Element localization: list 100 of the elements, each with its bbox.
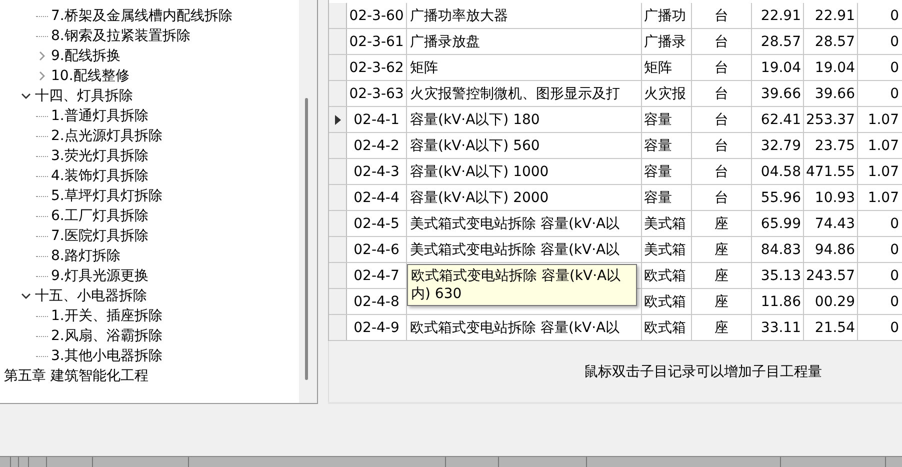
table-cell: 74.43 bbox=[804, 211, 858, 236]
table-cell: 39.66 bbox=[804, 81, 858, 106]
table-cell: 02-3-63 bbox=[347, 81, 407, 106]
table-cell-text: 1.07 bbox=[866, 136, 900, 156]
table-cell: 欧式箱 bbox=[642, 315, 692, 340]
table-cell: 台 bbox=[692, 81, 752, 106]
table-cell-text: 0 bbox=[889, 32, 900, 52]
tree-item[interactable]: 10.配线整修 bbox=[51, 67, 130, 85]
table-cell: 02-4-4 bbox=[347, 185, 407, 210]
table-cell: 39.66 bbox=[752, 81, 804, 106]
tree-item[interactable]: 2.风扇、浴霸拆除 bbox=[51, 327, 162, 345]
table-cell: 美式箱式变电站拆除 容量(kV·A以 bbox=[410, 240, 620, 258]
table-cell: 32.79 bbox=[752, 133, 804, 158]
table-cell: 19.04 bbox=[804, 55, 858, 80]
table-cell: 02-4-1 bbox=[347, 107, 407, 132]
table-cell: 02-4-6 bbox=[347, 237, 407, 262]
table-cell: 台 bbox=[692, 133, 752, 158]
tree-item[interactable]: 8.钢索及拉紧装置拆除 bbox=[51, 27, 190, 45]
tree-item[interactable]: 第五章 建筑智能化工程 bbox=[4, 367, 148, 385]
scrollbar[interactable] bbox=[299, 0, 317, 403]
tree-item[interactable]: 5.草坪灯具灯拆除 bbox=[51, 187, 162, 205]
table-cell: 471.55 bbox=[804, 159, 858, 184]
table-cell: 火灾报 bbox=[642, 81, 692, 106]
table-cell: 座 bbox=[692, 263, 752, 288]
current-row-icon bbox=[334, 114, 340, 124]
table-cell: 矩阵 bbox=[410, 58, 438, 76]
tree-item[interactable]: 7.桥架及金属线槽内配线拆除 bbox=[51, 7, 232, 25]
table-cell: 座 bbox=[692, 315, 752, 340]
table-cell: 容量(kV·A以下) 180 bbox=[410, 110, 540, 128]
table-cell-text: 0 bbox=[889, 240, 900, 260]
table-cell: 广播功率放大器 bbox=[410, 6, 508, 24]
tree-item[interactable]: 1.开关、插座拆除 bbox=[51, 307, 162, 325]
table-cell: 19.04 bbox=[752, 55, 804, 80]
table-cell: 欧式箱 bbox=[642, 289, 692, 314]
table-cell: 243.57 bbox=[804, 263, 858, 288]
table-cell: 台 bbox=[692, 29, 752, 54]
table-cell: 台 bbox=[692, 107, 752, 132]
tree-item[interactable]: 十五、小电器拆除 bbox=[35, 287, 147, 305]
table-cell: 矩阵 bbox=[642, 55, 692, 80]
table-cell: 02-3-62 bbox=[347, 55, 407, 80]
table-cell: 容量 bbox=[642, 185, 692, 210]
table-cell: 02-4-3 bbox=[347, 159, 407, 184]
table-cell: 84.83 bbox=[752, 237, 804, 262]
table-cell: 28.57 bbox=[752, 29, 804, 54]
table-cell: 65.99 bbox=[752, 211, 804, 236]
table-cell: 容量 bbox=[642, 159, 692, 184]
table-cell: 02-3-60 bbox=[347, 3, 407, 28]
table-cell: 美式箱 bbox=[642, 211, 692, 236]
table-cell-text: 1.07 bbox=[866, 110, 900, 130]
table-cell: 33.11 bbox=[752, 315, 804, 340]
table-cell: 台 bbox=[692, 185, 752, 210]
table-cell: 容量(kV·A以下) 1000 bbox=[410, 162, 549, 180]
tree-item[interactable]: 1.普通灯具拆除 bbox=[51, 107, 148, 125]
tree-item[interactable]: 3.其他小电器拆除 bbox=[51, 347, 162, 365]
table-cell: 台 bbox=[692, 3, 752, 28]
table-cell: 容量 bbox=[642, 133, 692, 158]
table-cell-text: 0 bbox=[889, 266, 900, 286]
table-cell: 座 bbox=[692, 211, 752, 236]
table-cell: 02-4-9 bbox=[347, 315, 407, 340]
table-cell-text: 1.07 bbox=[866, 162, 900, 182]
table-cell: 02-4-5 bbox=[347, 211, 407, 236]
table-cell: 22.91 bbox=[804, 3, 858, 28]
tree-item[interactable]: 2.点光源灯具拆除 bbox=[51, 127, 162, 145]
tree-item[interactable]: 6.工厂灯具拆除 bbox=[51, 207, 148, 225]
table-cell: 10.93 bbox=[804, 185, 858, 210]
table-cell-text: 0 bbox=[889, 58, 900, 78]
tree-item[interactable]: 7.医院灯具拆除 bbox=[51, 227, 148, 245]
table-cell: 55.96 bbox=[752, 185, 804, 210]
tree-item[interactable]: 3.荧光灯具拆除 bbox=[51, 147, 148, 165]
table-cell: 台 bbox=[692, 159, 752, 184]
table-cell: 02-3-61 bbox=[347, 29, 407, 54]
row-indicator[interactable] bbox=[329, 107, 347, 132]
table-cell: 容量(kV·A以下) 2000 bbox=[410, 188, 549, 206]
table-cell: 广播录 bbox=[642, 29, 692, 54]
tree-item[interactable]: 4.装饰灯具拆除 bbox=[51, 167, 148, 185]
tree-item[interactable]: 9.配线拆换 bbox=[51, 47, 120, 65]
table-cell: 35.13 bbox=[752, 263, 804, 288]
table-cell: 台 bbox=[692, 55, 752, 80]
hint-text: 鼠标双击子目记录可以增加子目工程量 bbox=[584, 362, 822, 380]
table-cell: 火灾报警控制微机、图形显示及打 bbox=[410, 84, 620, 102]
tree-item[interactable]: 9.灯具光源更换 bbox=[51, 267, 148, 285]
table-cell-text: 0 bbox=[889, 318, 900, 338]
table-cell: 253.37 bbox=[804, 107, 858, 132]
table-cell: 容量 bbox=[642, 107, 692, 132]
table-cell: 美式箱式变电站拆除 容量(kV·A以 bbox=[410, 214, 620, 232]
table-cell: 座 bbox=[692, 289, 752, 314]
table-cell-text: 0 bbox=[889, 6, 900, 26]
table-cell: 美式箱 bbox=[642, 237, 692, 262]
table-cell: 21.54 bbox=[804, 315, 858, 340]
table-cell: 广播录放盘 bbox=[410, 32, 480, 50]
table-cell: 座 bbox=[692, 237, 752, 262]
table-cell: 94.86 bbox=[804, 237, 858, 262]
table-cell-text: 0 bbox=[889, 292, 900, 312]
table-cell-text: 1.07 bbox=[866, 188, 900, 208]
table-cell: 欧式箱 bbox=[642, 263, 692, 288]
table-cell-text: 0 bbox=[889, 214, 900, 234]
table-cell: 22.91 bbox=[752, 3, 804, 28]
tree-item[interactable]: 十四、灯具拆除 bbox=[35, 87, 133, 105]
tree-item[interactable]: 8.路灯拆除 bbox=[51, 247, 120, 265]
table-cell: 欧式箱式变电站拆除 容量(kV·A以 bbox=[410, 318, 620, 336]
